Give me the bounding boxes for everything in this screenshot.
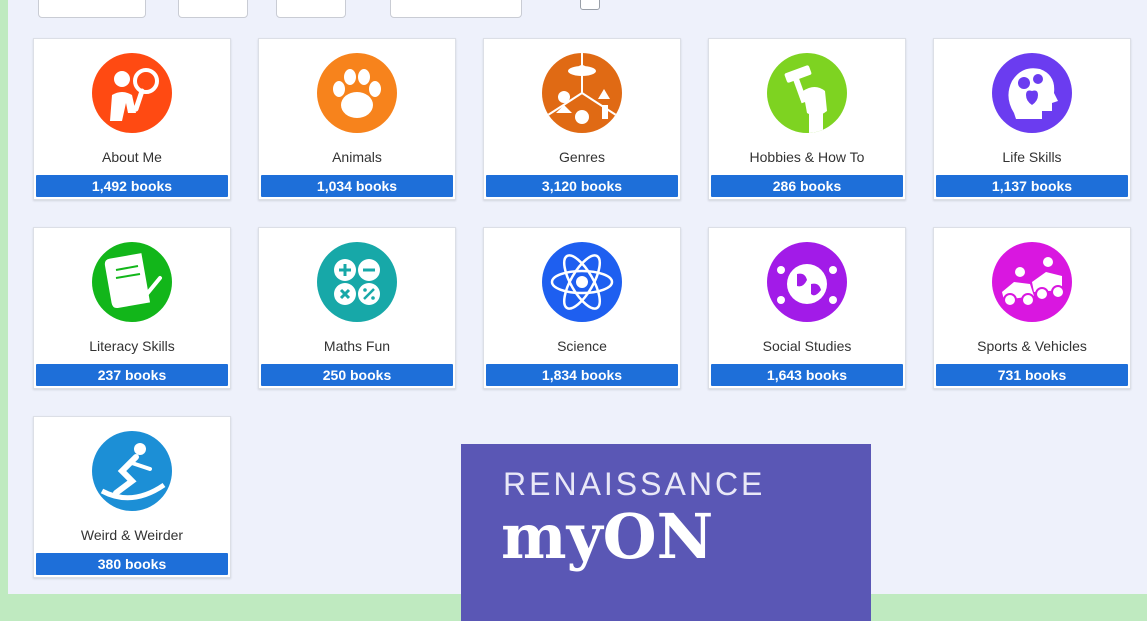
head-heart-gears-icon <box>992 53 1072 133</box>
racing-cars-icon <box>992 242 1072 322</box>
category-tile-genres[interactable]: Genres 3,120 books <box>483 38 681 200</box>
category-title: Animals <box>332 149 382 165</box>
book-count-badge: 1,643 books <box>711 364 903 386</box>
book-count-badge: 1,034 books <box>261 175 453 197</box>
hammer-fist-icon <box>767 53 847 133</box>
logo-brand-text: RENAISSANCE <box>503 466 766 502</box>
genres-icon <box>542 53 622 133</box>
category-tile-hobbies[interactable]: Hobbies & How To 286 books <box>708 38 906 200</box>
book-count-badge: 286 books <box>711 175 903 197</box>
globe-people-icon <box>767 242 847 322</box>
book-count-badge: 1,137 books <box>936 175 1128 197</box>
atom-icon <box>542 242 622 322</box>
book-count-badge: 1,492 books <box>36 175 228 197</box>
book-count-badge: 731 books <box>936 364 1128 386</box>
book-count-badge: 1,834 books <box>486 364 678 386</box>
category-tile-literacy-skills[interactable]: Literacy Skills 237 books <box>33 227 231 389</box>
person-magnifier-icon <box>92 53 172 133</box>
category-tile-about-me[interactable]: About Me 1,492 books <box>33 38 231 200</box>
book-count-badge: 3,120 books <box>486 175 678 197</box>
category-tile-life-skills[interactable]: Life Skills 1,137 books <box>933 38 1131 200</box>
category-title: Genres <box>559 149 605 165</box>
filter-dropdown-2[interactable] <box>178 0 248 18</box>
category-title: Science <box>557 338 607 354</box>
category-tile-weird-weirder[interactable]: Weird & Weirder 380 books <box>33 416 231 578</box>
filter-dropdown-1[interactable] <box>38 0 146 18</box>
category-tile-maths-fun[interactable]: Maths Fun 250 books <box>258 227 456 389</box>
math-operators-icon <box>317 242 397 322</box>
book-count-badge: 380 books <box>36 553 228 575</box>
category-title: About Me <box>102 149 162 165</box>
filter-checkbox[interactable] <box>580 0 600 10</box>
category-tile-social-studies[interactable]: Social Studies 1,643 books <box>708 227 906 389</box>
category-title: Sports & Vehicles <box>977 338 1087 354</box>
category-title: Social Studies <box>762 338 852 354</box>
category-title: Weird & Weirder <box>80 527 184 543</box>
skier-icon <box>92 431 172 511</box>
category-tile-animals[interactable]: Animals 1,034 books <box>258 38 456 200</box>
scroll-quill-icon <box>92 242 172 322</box>
category-tile-science[interactable]: Science 1,834 books <box>483 227 681 389</box>
book-count-badge: 237 books <box>36 364 228 386</box>
filter-dropdown-4[interactable] <box>390 0 522 18</box>
category-title: Life Skills <box>1002 149 1062 165</box>
category-title: Literacy Skills <box>89 338 175 354</box>
category-title: Maths Fun <box>323 338 391 354</box>
paw-icon <box>317 53 397 133</box>
logo-product-text: myON <box>501 500 714 573</box>
category-tile-sports-vehicles[interactable]: Sports & Vehicles 731 books <box>933 227 1131 389</box>
filter-dropdown-3[interactable] <box>276 0 346 18</box>
book-count-badge: 250 books <box>261 364 453 386</box>
category-title: Hobbies & How To <box>749 149 865 165</box>
renaissance-myon-logo: RENAISSANCE myON <box>461 444 871 621</box>
